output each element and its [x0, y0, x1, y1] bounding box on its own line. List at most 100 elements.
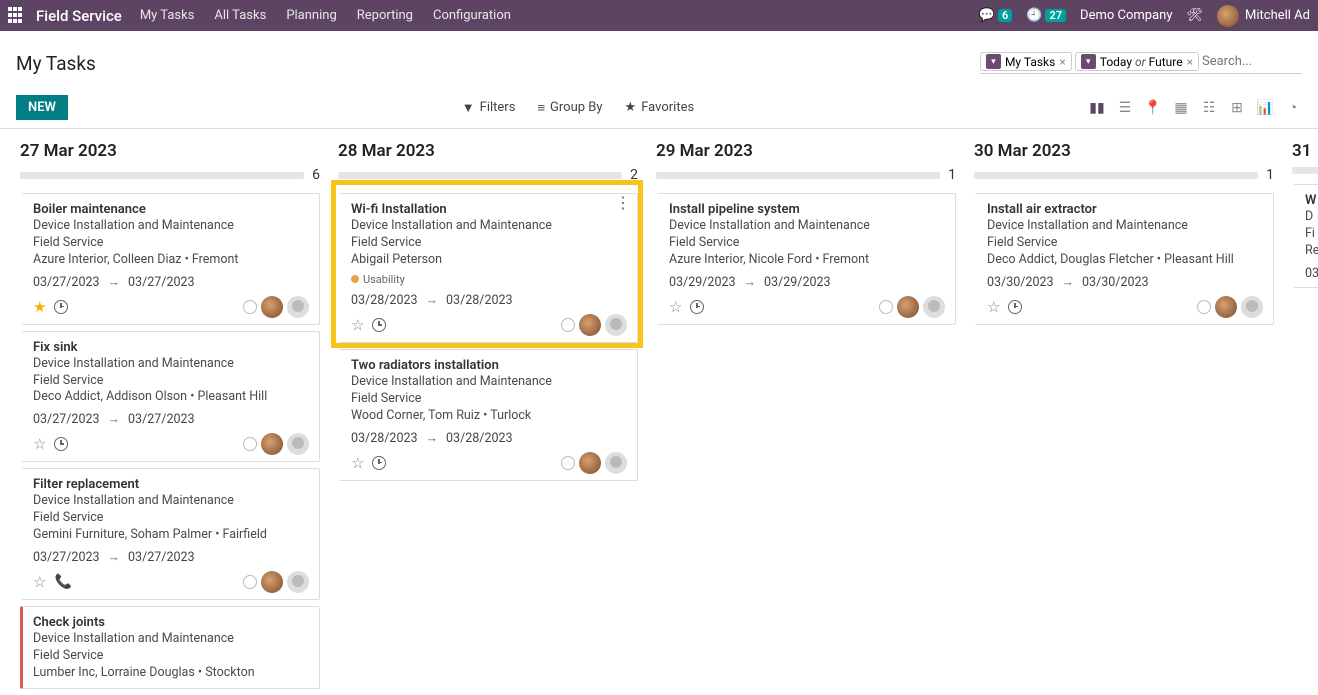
card-line: Field Service: [987, 235, 1263, 252]
column-date: 31: [1292, 141, 1318, 161]
tag-dot-icon: [351, 275, 359, 283]
task-card[interactable]: Boiler maintenanceDevice Installation an…: [20, 193, 320, 325]
nav-configuration[interactable]: Configuration: [433, 8, 511, 23]
state-circle-icon[interactable]: [243, 575, 257, 589]
card-right-icons: [561, 314, 627, 336]
search-input[interactable]: [1202, 54, 1302, 69]
task-card[interactable]: Filter replacementDevice Installation an…: [20, 468, 320, 600]
assignee-avatar[interactable]: [1215, 296, 1237, 318]
state-circle-icon[interactable]: [243, 437, 257, 451]
card-line: Deco Addict, Addison Olson • Pleasant Hi…: [33, 389, 309, 406]
state-circle-icon[interactable]: [243, 300, 257, 314]
search-area[interactable]: ▾ My Tasks × ▾ Today or Future ×: [980, 52, 1302, 74]
groupby-button[interactable]: ≡Group By: [537, 100, 602, 116]
task-card[interactable]: WDFiRe03→: [1292, 184, 1318, 288]
column-progress-bar[interactable]: [20, 172, 304, 179]
card-dates: 03/28/2023→03/28/2023: [351, 431, 627, 446]
user-avatar[interactable]: [605, 452, 627, 474]
card-title: Two radiators installation: [351, 358, 627, 373]
user-menu[interactable]: Mitchell Ad: [1217, 5, 1310, 27]
state-circle-icon[interactable]: [879, 300, 893, 314]
date-start: 03/28/2023: [351, 293, 418, 308]
list-view-icon[interactable]: ☰: [1116, 99, 1134, 117]
chip-label: My Tasks: [1005, 55, 1055, 69]
activity-view-icon[interactable]: ◔: [1284, 99, 1302, 117]
new-button[interactable]: NEW: [16, 95, 68, 120]
activity-clock-icon[interactable]: [690, 300, 704, 314]
date-start: 03: [1305, 266, 1318, 281]
column-progress-row: [1292, 167, 1318, 174]
filter-chip-my-tasks[interactable]: ▾ My Tasks ×: [980, 52, 1072, 71]
assignee-avatar[interactable]: [579, 314, 601, 336]
filters-button[interactable]: ▼Filters: [462, 100, 516, 116]
calendar-view-icon[interactable]: ▦: [1172, 99, 1190, 117]
task-card[interactable]: Install pipeline systemDevice Installati…: [656, 193, 956, 325]
gantt-view-icon[interactable]: ☷: [1200, 99, 1218, 117]
activity-clock-icon[interactable]: [1008, 300, 1022, 314]
column-progress-bar[interactable]: [656, 172, 940, 179]
favorites-button[interactable]: ★Favorites: [625, 100, 695, 116]
state-circle-icon[interactable]: [561, 456, 575, 470]
priority-star-icon[interactable]: [351, 454, 364, 472]
priority-star-icon[interactable]: [33, 573, 46, 591]
assignee-avatar[interactable]: [261, 433, 283, 455]
activity-clock-icon[interactable]: [372, 456, 386, 470]
activities-button[interactable]: 🕘 27: [1026, 8, 1066, 23]
priority-star-icon[interactable]: [33, 435, 46, 453]
priority-star-icon[interactable]: [351, 316, 364, 334]
column-progress-bar[interactable]: [1292, 167, 1318, 174]
nav-reporting[interactable]: Reporting: [357, 8, 413, 23]
card-dates: 03/28/2023→03/28/2023: [351, 293, 627, 308]
map-view-icon[interactable]: 📍: [1144, 99, 1162, 117]
messages-button[interactable]: 💬 6: [979, 8, 1012, 23]
chip-remove[interactable]: ×: [1059, 55, 1065, 69]
priority-star-icon[interactable]: [987, 298, 1000, 316]
nav-all-tasks[interactable]: All Tasks: [214, 8, 266, 23]
company-selector[interactable]: Demo Company: [1080, 8, 1172, 23]
column-count: 2: [630, 167, 638, 183]
user-avatar[interactable]: [1241, 296, 1263, 318]
nav-my-tasks[interactable]: My Tasks: [140, 8, 195, 23]
task-card[interactable]: Fix sinkDevice Installation and Maintena…: [20, 331, 320, 463]
app-brand[interactable]: Field Service: [36, 7, 122, 25]
filter-chip-today-future[interactable]: ▾ Today or Future ×: [1075, 52, 1199, 71]
assignee-avatar[interactable]: [261, 571, 283, 593]
assignee-avatar[interactable]: [897, 296, 919, 318]
state-circle-icon[interactable]: [1197, 300, 1211, 314]
column-progress-row: 6: [20, 167, 320, 183]
assignee-avatar[interactable]: [579, 452, 601, 474]
task-card[interactable]: Install air extractorDevice Installation…: [974, 193, 1274, 325]
activity-clock-icon[interactable]: [54, 300, 68, 314]
column-progress-bar[interactable]: [974, 172, 1258, 179]
state-circle-icon[interactable]: [561, 318, 575, 332]
user-avatar[interactable]: [287, 571, 309, 593]
card-menu-icon[interactable]: ⋮: [615, 200, 631, 206]
pivot-view-icon[interactable]: ⊞: [1228, 99, 1246, 117]
card-dates: 03/27/2023→03/27/2023: [33, 550, 309, 565]
user-avatar[interactable]: [287, 296, 309, 318]
kanban-board: 27 Mar 20236Boiler maintenanceDevice Ins…: [0, 129, 1318, 695]
column-progress-bar[interactable]: [338, 172, 622, 179]
settings-button[interactable]: 🛠: [1187, 8, 1204, 23]
kanban-view-icon[interactable]: ▮▮: [1088, 99, 1106, 117]
user-avatar[interactable]: [923, 296, 945, 318]
apps-icon[interactable]: [8, 7, 26, 25]
user-avatar[interactable]: [605, 314, 627, 336]
activity-clock-icon[interactable]: [54, 437, 68, 451]
activity-clock-icon[interactable]: [372, 318, 386, 332]
chip-remove[interactable]: ×: [1187, 55, 1193, 69]
card-line: Wood Corner, Tom Ruiz • Turlock: [351, 408, 627, 425]
task-card[interactable]: Check jointsDevice Installation and Main…: [20, 606, 320, 689]
assignee-avatar[interactable]: [261, 296, 283, 318]
task-card[interactable]: Two radiators installationDevice Install…: [338, 349, 638, 481]
user-avatar[interactable]: [287, 433, 309, 455]
card-line: Lumber Inc, Lorraine Douglas • Stockton: [33, 665, 309, 682]
task-card[interactable]: ⋮Wi-fi InstallationDevice Installation a…: [338, 193, 638, 343]
graph-view-icon[interactable]: 📊: [1256, 99, 1274, 117]
card-left-icons: [351, 316, 386, 334]
priority-star-icon[interactable]: [669, 298, 682, 316]
priority-star-icon[interactable]: [33, 298, 46, 316]
nav-planning[interactable]: Planning: [286, 8, 336, 23]
phone-icon[interactable]: 📞: [54, 574, 71, 590]
activities-badge: 27: [1045, 9, 1066, 22]
